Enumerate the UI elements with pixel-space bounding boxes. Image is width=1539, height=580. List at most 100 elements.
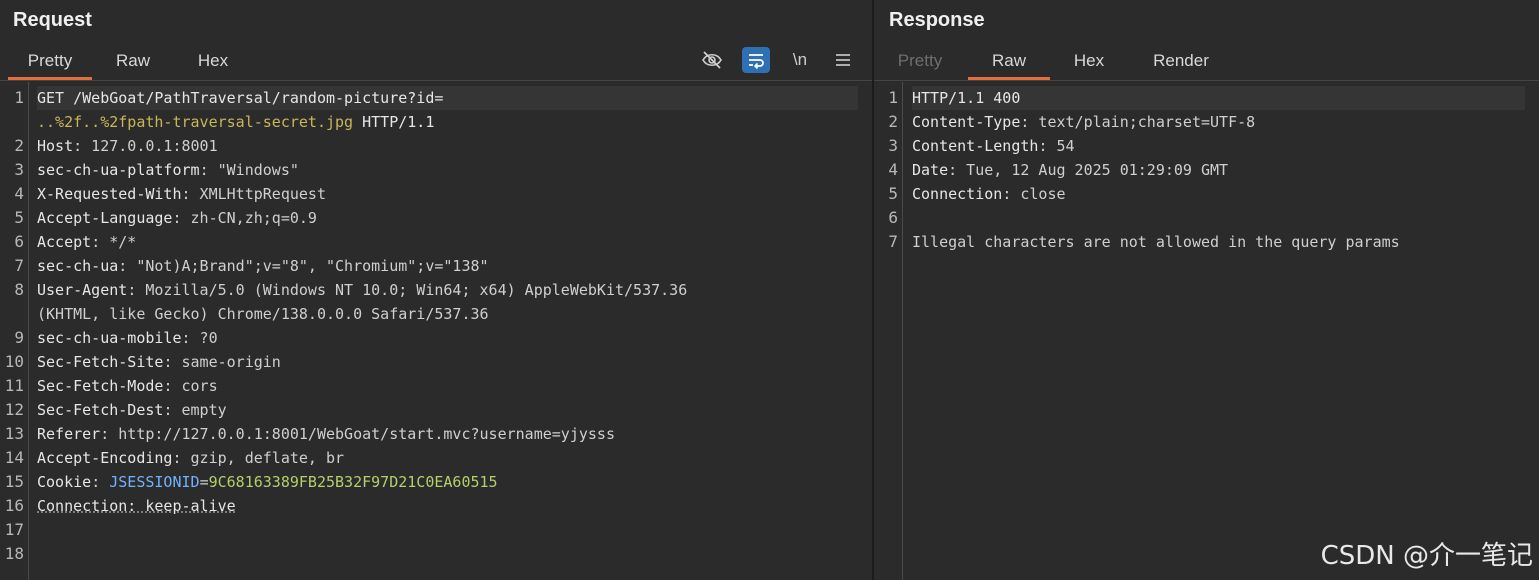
- request-line: sec-ch-ua-platform: "Windows": [37, 158, 858, 182]
- response-pane: Response Pretty Raw Hex Render 1 2 3 4 5…: [874, 0, 1539, 580]
- line-number: 6: [888, 208, 898, 227]
- line-number: 3: [14, 160, 24, 179]
- line-number: 5: [14, 208, 24, 227]
- header-value: (KHTML, like Gecko) Chrome/138.0.0.0 Saf…: [37, 305, 489, 323]
- header-name: sec-ch-ua-platform: [37, 161, 200, 179]
- header-value: : close: [1002, 185, 1066, 203]
- request-line: Sec-Fetch-Mode: cors: [37, 374, 858, 398]
- request-line: (KHTML, like Gecko) Chrome/138.0.0.0 Saf…: [37, 302, 858, 326]
- http-version: HTTP/1.1: [353, 113, 435, 131]
- line-number: 2: [14, 136, 24, 155]
- header-name: Sec-Fetch-Dest: [37, 401, 164, 419]
- line-number: 13: [4, 424, 24, 443]
- request-line: sec-ch-ua-mobile: ?0: [37, 326, 858, 350]
- header-name: Host: [37, 137, 74, 155]
- request-line: User-Agent: Mozilla/5.0 (Windows NT 10.0…: [37, 278, 858, 302]
- line-number: 4: [888, 160, 898, 179]
- line-number: 14: [4, 448, 24, 467]
- header-value: : http://127.0.0.1:8001/WebGoat/start.mv…: [100, 425, 615, 443]
- header-name: sec-ch-ua: [37, 257, 119, 275]
- request-line: Accept-Language: zh-CN,zh;q=0.9: [37, 206, 858, 230]
- line-number: 8: [14, 280, 24, 299]
- request-title: Request: [13, 9, 92, 31]
- header-value: : Tue, 12 Aug 2025 01:29:09 GMT: [948, 161, 1229, 179]
- header-value: : same-origin: [163, 353, 281, 371]
- line-number: 7: [14, 256, 24, 275]
- request-line: Referer: http://127.0.0.1:8001/WebGoat/s…: [37, 422, 858, 446]
- line-number: 1: [14, 88, 24, 107]
- line-number: 12: [4, 400, 24, 419]
- response-line: Date: Tue, 12 Aug 2025 01:29:09 GMT: [912, 158, 1525, 182]
- response-editor[interactable]: 1 2 3 4 5 6 7 HTTP/1.1 400 Content-Type:…: [874, 82, 1539, 580]
- header-name: Connection: [912, 185, 1003, 203]
- request-line: Connection: keep-alive: [37, 494, 858, 518]
- request-line: sec-ch-ua: "Not)A;Brand";v="8", "Chromiu…: [37, 254, 858, 278]
- tab-hex[interactable]: Hex: [1060, 44, 1118, 78]
- header-value: : empty: [163, 401, 227, 419]
- header-value: : 127.0.0.1:8001: [73, 137, 218, 155]
- header-name: Content-Type: [912, 113, 1021, 131]
- cookie-value: 9C68163389FB25B32F97D21C0EA60515: [208, 473, 498, 491]
- header-value: : zh-CN,zh;q=0.9: [172, 209, 317, 227]
- header-value: : "Not)A;Brand";v="8", "Chromium";v="138…: [118, 257, 489, 275]
- response-title: Response: [889, 9, 985, 31]
- tab-hex[interactable]: Hex: [184, 44, 242, 78]
- watermark: CSDN @介一笔记: [1320, 541, 1533, 571]
- header-name: Sec-Fetch-Mode: [37, 377, 164, 395]
- header-name: Accept-Encoding: [37, 449, 173, 467]
- line-number: 11: [4, 376, 24, 395]
- status-line: HTTP/1.1 400: [912, 89, 1021, 107]
- newline-toggle-button[interactable]: \n: [786, 47, 814, 73]
- tab-raw[interactable]: Raw: [104, 44, 162, 78]
- tab-render[interactable]: Render: [1140, 44, 1222, 78]
- line-number: 1: [888, 88, 898, 107]
- eye-slash-icon[interactable]: [699, 47, 725, 73]
- path-param: ..%2f..%2fpath-traversal-secret.jpg: [37, 113, 354, 131]
- header-value: : Mozilla/5.0 (Windows NT 10.0; Win64; x…: [127, 281, 688, 299]
- line-number: 6: [14, 232, 24, 251]
- request-editor[interactable]: 1 2 3 4 5 6 7 8 9 10 11 12 13 14 15 16 1…: [0, 82, 872, 580]
- line-number: 17: [4, 520, 24, 539]
- header-name: Accept-Language: [37, 209, 173, 227]
- request-line: GET /WebGoat/PathTraversal/random-pictur…: [37, 86, 858, 110]
- hamburger-menu-icon[interactable]: [830, 47, 856, 73]
- request-line: Host: 127.0.0.1:8001: [37, 134, 858, 158]
- line-number: 5: [888, 184, 898, 203]
- header-name: sec-ch-ua-mobile: [37, 329, 182, 347]
- request-line: Sec-Fetch-Dest: empty: [37, 398, 858, 422]
- request-pane: Request Pretty Raw Hex \n 1 2 3 4 5 6 7 …: [0, 0, 872, 580]
- cookie-name: JSESSIONID: [109, 473, 200, 491]
- header-name: Sec-Fetch-Site: [37, 353, 164, 371]
- request-line: Sec-Fetch-Site: same-origin: [37, 350, 858, 374]
- tab-pretty[interactable]: Pretty: [8, 44, 92, 80]
- cookie-equals: =: [199, 473, 209, 491]
- request-line: ..%2f..%2fpath-traversal-secret.jpg HTTP…: [37, 110, 858, 134]
- line-number: 10: [4, 352, 24, 371]
- response-tabs: Pretty Raw Hex Render: [874, 44, 1539, 81]
- wrap-lines-icon[interactable]: [742, 47, 770, 73]
- line-number: 16: [4, 496, 24, 515]
- header-value: : text/plain;charset=UTF-8: [1020, 113, 1256, 131]
- header-name: Date: [912, 161, 949, 179]
- header-line: Connection: keep-alive: [37, 497, 236, 515]
- header-value: : gzip, deflate, br: [172, 449, 345, 467]
- line-number: 18: [4, 544, 24, 563]
- header-value: : 54: [1038, 137, 1075, 155]
- header-name: Accept: [37, 233, 92, 251]
- header-value: : cors: [163, 377, 218, 395]
- request-gutter: 1 2 3 4 5 6 7 8 9 10 11 12 13 14 15 16 1…: [0, 82, 29, 580]
- header-name: Content-Length: [912, 137, 1039, 155]
- response-body: Illegal characters are not allowed in th…: [912, 233, 1400, 251]
- response-gutter: 1 2 3 4 5 6 7: [874, 82, 903, 580]
- request-line-text: GET /WebGoat/PathTraversal/random-pictur…: [37, 89, 444, 107]
- line-number: 7: [888, 232, 898, 251]
- response-line: Content-Length: 54: [912, 134, 1525, 158]
- request-line: X-Requested-With: XMLHttpRequest: [37, 182, 858, 206]
- line-number: 9: [14, 328, 24, 347]
- response-line: Illegal characters are not allowed in th…: [912, 230, 1525, 254]
- tab-raw[interactable]: Raw: [968, 44, 1050, 80]
- header-name: X-Requested-With: [37, 185, 182, 203]
- header-name: User-Agent: [37, 281, 128, 299]
- header-name: Referer: [37, 425, 101, 443]
- tab-pretty: Pretty: [897, 51, 943, 70]
